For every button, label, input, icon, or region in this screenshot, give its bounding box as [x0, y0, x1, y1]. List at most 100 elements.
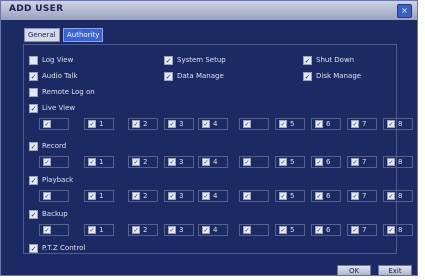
playback-channel-checkbox[interactable]: ✓	[387, 192, 395, 200]
live-view-channel-checkbox[interactable]: ✓	[202, 120, 210, 128]
record-channel-9[interactable]: ✓ 7	[347, 156, 377, 168]
playback-channel-7[interactable]: ✓ 5	[275, 190, 305, 202]
playback-channel-checkbox[interactable]: ✓	[315, 192, 323, 200]
record-channel-checkbox[interactable]: ✓	[351, 158, 359, 166]
backup-channel-checkbox[interactable]: ✓	[168, 226, 176, 234]
live-view-channel-number: 3	[179, 120, 184, 128]
playback-channel-6[interactable]: ✓	[239, 190, 269, 202]
live-view-channel-2[interactable]: ✓ 1	[84, 118, 114, 130]
record-channel-checkbox[interactable]: ✓	[88, 158, 96, 166]
playback-channel-checkbox[interactable]: ✓	[168, 192, 176, 200]
live-view-channel-3[interactable]: ✓ 2	[128, 118, 158, 130]
live-view-channel-checkbox[interactable]: ✓	[168, 120, 176, 128]
live-view-channel-6[interactable]: ✓	[239, 118, 269, 130]
backup-channel-8[interactable]: ✓ 6	[311, 224, 341, 236]
live-view-channel-checkbox[interactable]: ✓	[43, 120, 51, 128]
backup-channel-10[interactable]: ✓ 8	[383, 224, 413, 236]
record-channel-8[interactable]: ✓ 6	[311, 156, 341, 168]
live-view-channel-checkbox[interactable]: ✓	[243, 120, 251, 128]
record-channel-3[interactable]: ✓ 2	[128, 156, 158, 168]
backup-channel-checkbox[interactable]: ✓	[315, 226, 323, 234]
backup-channel-checkbox[interactable]: ✓	[202, 226, 210, 234]
backup-channel-4[interactable]: ✓ 3	[164, 224, 194, 236]
tab-general[interactable]: General	[24, 28, 60, 42]
remote-log-on-checkbox[interactable]	[29, 88, 38, 97]
backup-channel-checkbox[interactable]: ✓	[387, 226, 395, 234]
playback-channel-4[interactable]: ✓ 3	[164, 190, 194, 202]
close-button[interactable]: ×	[397, 4, 412, 18]
live-view-channel-checkbox[interactable]: ✓	[351, 120, 359, 128]
live-view-channel-8[interactable]: ✓ 6	[311, 118, 341, 130]
record-channel-10[interactable]: ✓ 8	[383, 156, 413, 168]
playback-channel-checkbox[interactable]: ✓	[88, 192, 96, 200]
tab-authority[interactable]: Authority	[63, 28, 104, 42]
disk-manage-checkbox[interactable]: ✓	[303, 72, 312, 81]
ptz-control-checkbox[interactable]: ✓	[29, 244, 38, 253]
system-setup-checkbox[interactable]: ✓	[164, 56, 173, 65]
data-manage-checkbox[interactable]: ✓	[164, 72, 173, 81]
live-view-channel-10[interactable]: ✓ 8	[383, 118, 413, 130]
record-channel-checkbox[interactable]: ✓	[132, 158, 140, 166]
backup-checkbox[interactable]: ✓	[29, 210, 38, 219]
live-view-checkbox[interactable]: ✓	[29, 104, 38, 113]
record-channel-4[interactable]: ✓ 3	[164, 156, 194, 168]
backup-channel-checkbox[interactable]: ✓	[351, 226, 359, 234]
record-channel-checkbox[interactable]: ✓	[243, 158, 251, 166]
backup-channel-checkbox[interactable]: ✓	[132, 226, 140, 234]
record-channel-checkbox[interactable]: ✓	[387, 158, 395, 166]
record-channel-checkbox[interactable]: ✓	[202, 158, 210, 166]
playback-channel-10[interactable]: ✓ 8	[383, 190, 413, 202]
shut-down-label: Shut Down	[316, 56, 355, 64]
playback-channel-5[interactable]: ✓ 4	[198, 190, 228, 202]
live-view-channel-checkbox[interactable]: ✓	[132, 120, 140, 128]
backup-channel-checkbox[interactable]: ✓	[43, 226, 51, 234]
live-view-channel-4[interactable]: ✓ 3	[164, 118, 194, 130]
backup-channel-7[interactable]: ✓ 5	[275, 224, 305, 236]
exit-button[interactable]: Exit	[378, 265, 412, 275]
backup-channel-checkbox[interactable]: ✓	[88, 226, 96, 234]
record-channel-7[interactable]: ✓ 5	[275, 156, 305, 168]
record-channel-checkbox[interactable]: ✓	[43, 158, 51, 166]
playback-channel-9[interactable]: ✓ 7	[347, 190, 377, 202]
backup-channel-2[interactable]: ✓ 1	[84, 224, 114, 236]
playback-channel-checkbox[interactable]: ✓	[43, 192, 51, 200]
playback-channel-checkbox[interactable]: ✓	[243, 192, 251, 200]
playback-channel-1[interactable]: ✓	[39, 190, 69, 202]
backup-channel-6[interactable]: ✓	[239, 224, 269, 236]
backup-channel-5[interactable]: ✓ 4	[198, 224, 228, 236]
log-view-checkbox[interactable]	[29, 56, 38, 65]
playback-channel-2[interactable]: ✓ 1	[84, 190, 114, 202]
record-channel-6[interactable]: ✓	[239, 156, 269, 168]
live-view-channel-checkbox[interactable]: ✓	[387, 120, 395, 128]
backup-channel-checkbox[interactable]: ✓	[279, 226, 287, 234]
backup-channel-9[interactable]: ✓ 7	[347, 224, 377, 236]
playback-checkbox[interactable]: ✓	[29, 176, 38, 185]
record-channel-checkbox[interactable]: ✓	[315, 158, 323, 166]
shut-down-checkbox[interactable]: ✓	[303, 56, 312, 65]
backup-channel-1[interactable]: ✓	[39, 224, 69, 236]
record-channel-2[interactable]: ✓ 1	[84, 156, 114, 168]
record-checkbox[interactable]: ✓	[29, 142, 38, 151]
live-view-channel-5[interactable]: ✓ 4	[198, 118, 228, 130]
backup-channel-checkbox[interactable]: ✓	[243, 226, 251, 234]
playback-channel-8[interactable]: ✓ 6	[311, 190, 341, 202]
backup-channel-3[interactable]: ✓ 2	[128, 224, 158, 236]
live-view-channel-1[interactable]: ✓	[39, 118, 69, 130]
live-view-channel-7[interactable]: ✓ 5	[275, 118, 305, 130]
live-view-channel-checkbox[interactable]: ✓	[88, 120, 96, 128]
playback-channel-checkbox[interactable]: ✓	[351, 192, 359, 200]
record-channel-5[interactable]: ✓ 4	[198, 156, 228, 168]
audio-talk-checkbox[interactable]: ✓	[29, 72, 38, 81]
playback-channel-checkbox[interactable]: ✓	[132, 192, 140, 200]
record-channel-number: 7	[362, 158, 367, 166]
live-view-channel-checkbox[interactable]: ✓	[315, 120, 323, 128]
record-channel-1[interactable]: ✓	[39, 156, 69, 168]
live-view-channel-checkbox[interactable]: ✓	[279, 120, 287, 128]
live-view-channel-9[interactable]: ✓ 7	[347, 118, 377, 130]
ok-button[interactable]: OK	[337, 265, 371, 275]
playback-channel-checkbox[interactable]: ✓	[279, 192, 287, 200]
record-channel-checkbox[interactable]: ✓	[168, 158, 176, 166]
playback-channel-3[interactable]: ✓ 2	[128, 190, 158, 202]
playback-channel-checkbox[interactable]: ✓	[202, 192, 210, 200]
record-channel-checkbox[interactable]: ✓	[279, 158, 287, 166]
